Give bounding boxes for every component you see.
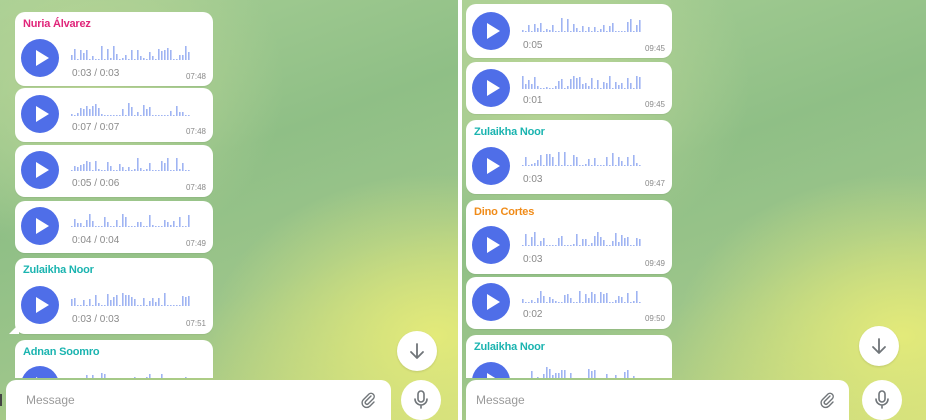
message-time: 09:47 [644,179,665,188]
duration: 0:03 / 0:03 [72,68,120,79]
duration: 0:04 / 0:04 [72,235,120,246]
waveform[interactable] [71,370,191,378]
chat-pane-left: Nuria Álvarez 0:03 / 0:03 07:48 0:07 / 0… [0,0,458,420]
voice-message: Dino Cortes 0:03 09:49 [466,200,672,274]
play-button[interactable] [21,286,59,324]
voice-message: Zulaikha Noor 0:03 / 0:03 07:51 [9,258,213,334]
message-composer[interactable]: Message [6,380,391,420]
voice-record-button[interactable] [862,380,902,420]
sender-name: Adnan Soomro [23,346,100,358]
duration: 0:03 / 0:03 [72,314,120,325]
message-time: 07:48 [185,127,206,136]
message-time: 07:51 [185,319,206,328]
waveform[interactable] [71,44,191,60]
voice-record-button[interactable] [401,380,441,420]
play-icon [36,50,49,66]
voice-message: 0:05 09:45 [466,4,672,58]
duration: 0:05 [523,40,543,51]
play-icon [487,294,500,310]
play-button[interactable] [21,207,59,245]
message-input[interactable]: Message [26,393,75,407]
arrow-down-icon [872,338,886,354]
voice-message: 0:07 / 0:07 07:48 [15,88,213,142]
attach-button[interactable] [358,390,378,410]
voice-message: Zulaikha Noor [466,335,672,378]
play-icon [487,80,500,96]
microphone-icon [414,390,428,409]
play-button[interactable] [472,362,510,378]
voice-message: Adnan Soomro [15,340,213,378]
message-list[interactable]: Nuria Álvarez 0:03 / 0:03 07:48 0:07 / 0… [0,0,458,378]
play-button[interactable] [21,39,59,77]
duration: 0:02 [523,309,543,320]
voice-message: 0:05 / 0:06 07:48 [15,145,213,197]
play-button[interactable] [21,366,59,378]
play-icon [36,218,49,234]
waveform[interactable] [522,365,642,378]
play-button[interactable] [472,226,510,264]
message-time: 07:48 [185,183,206,192]
waveform[interactable] [522,230,642,246]
message-time: 07:48 [185,72,206,81]
scroll-down-button[interactable] [397,331,437,371]
voice-message: 0:02 09:50 [466,277,672,329]
voice-message: Zulaikha Noor 0:03 09:47 [466,120,672,194]
play-button[interactable] [472,69,510,107]
sender-name: Nuria Álvarez [23,18,91,30]
voice-message: 0:04 / 0:04 07:49 [15,201,213,253]
play-icon [36,377,38,378]
waveform[interactable] [522,150,642,166]
play-button[interactable] [472,283,510,321]
play-icon [36,297,49,313]
message-time: 09:50 [644,314,665,323]
voice-message: 0:01 09:45 [466,62,672,114]
paperclip-icon [820,392,834,409]
scroll-down-button[interactable] [859,326,899,366]
waveform[interactable] [522,73,642,89]
sender-name: Dino Cortes [474,206,535,218]
message-input[interactable]: Message [476,393,525,407]
sender-name: Zulaikha Noor [23,264,94,276]
play-icon [36,162,49,178]
play-icon [487,23,500,39]
play-icon [36,106,49,122]
microphone-icon [875,390,889,409]
play-icon [487,158,500,174]
play-icon [487,237,500,253]
sender-name: Zulaikha Noor [474,126,545,138]
waveform[interactable] [71,100,191,116]
play-icon [487,373,496,378]
play-button[interactable] [21,151,59,189]
duration: 0:01 [523,95,543,106]
waveform[interactable] [71,155,191,171]
waveform[interactable] [522,287,642,303]
play-button[interactable] [21,95,59,133]
paperclip-icon [361,392,375,409]
play-button[interactable] [472,147,510,185]
attach-button[interactable] [817,390,837,410]
sender-name: Zulaikha Noor [474,341,545,353]
waveform[interactable] [71,211,191,227]
waveform[interactable] [522,16,642,32]
duration: 0:03 [523,174,543,185]
chat-pane-right: 0:05 09:45 0:01 09:45 Zulaikha Noor 0:03… [462,0,926,420]
text-caret [0,394,2,406]
message-time: 09:49 [644,259,665,268]
voice-message: Nuria Álvarez 0:03 / 0:03 07:48 [15,12,213,86]
message-time: 09:45 [644,100,665,109]
message-list[interactable]: 0:05 09:45 0:01 09:45 Zulaikha Noor 0:03… [462,0,926,378]
duration: 0:07 / 0:07 [72,122,120,133]
arrow-down-icon [410,343,424,359]
duration: 0:03 [523,254,543,265]
duration: 0:05 / 0:06 [72,178,120,189]
message-composer[interactable]: Message [466,380,849,420]
waveform[interactable] [71,290,191,306]
play-button[interactable] [472,12,510,50]
message-time: 07:49 [185,239,206,248]
message-time: 09:45 [644,44,665,53]
bubble-tail [9,324,19,334]
